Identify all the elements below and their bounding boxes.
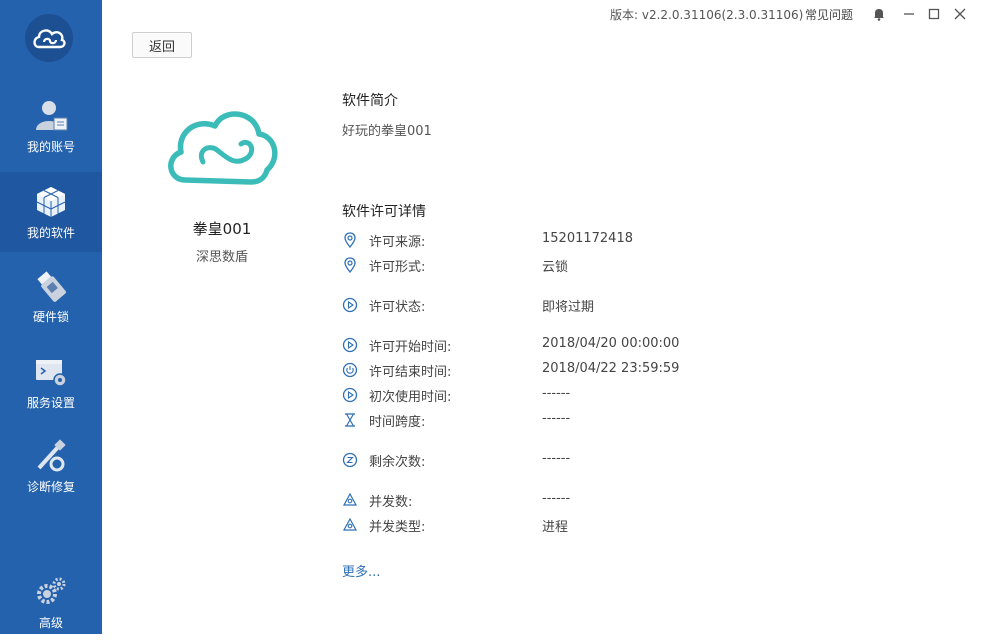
license-key: 许可状态: xyxy=(369,300,426,315)
license-key: 时间跨度: xyxy=(369,415,426,430)
repair-tools-icon xyxy=(31,436,71,476)
more-link[interactable]: 更多... xyxy=(342,561,380,580)
license-key: 许可开始时间: xyxy=(369,340,452,355)
sidebar-item-hardware-lock[interactable]: 硬件锁 xyxy=(0,256,102,336)
location-pin-icon xyxy=(344,232,356,248)
power-icon xyxy=(342,362,358,378)
software-name: 拳皇001 xyxy=(192,220,252,238)
app-logo xyxy=(25,14,73,62)
network-icon xyxy=(342,492,358,506)
license-value: 2018/04/20 00:00:00 xyxy=(542,336,680,351)
license-key: 许可结束时间: xyxy=(369,365,452,380)
license-row-start-time: 许可开始时间: 2018/04/20 00:00:00 xyxy=(342,335,902,355)
license-row-end-time: 许可结束时间: 2018/04/22 23:59:59 xyxy=(342,360,902,380)
sidebar-item-label: 硬件锁 xyxy=(32,310,69,324)
license-row-first-use: 初次使用时间: ------ xyxy=(342,385,902,405)
sidebar-item-account[interactable]: 我的账号 xyxy=(0,86,102,166)
title-bar: 版本: v2.2.0.31106(2.3.0.31106) 常见问题 xyxy=(102,0,984,28)
play-circle-icon xyxy=(342,297,358,313)
maximize-icon[interactable] xyxy=(924,4,944,24)
license-key: 剩余次数: xyxy=(369,455,426,470)
license-value: 进程 xyxy=(542,520,569,535)
license-value: 15201172418 xyxy=(542,231,633,246)
sidebar-item-label: 高级 xyxy=(38,616,63,630)
license-key: 并发类型: xyxy=(369,520,426,535)
play-circle-icon xyxy=(342,337,358,353)
version-text: 版本: v2.2.0.31106(2.3.0.31106) xyxy=(610,8,804,22)
sidebar-item-label: 我的账号 xyxy=(26,140,75,154)
license-value: ------ xyxy=(542,451,571,466)
network-icon xyxy=(342,517,358,531)
license-key: 初次使用时间: xyxy=(369,390,452,405)
license-row-form: 许可形式: 云锁 xyxy=(342,255,902,275)
hourglass-icon xyxy=(345,413,355,427)
location-pin-icon xyxy=(344,257,356,273)
service-settings-icon xyxy=(31,352,71,392)
sidebar-item-label: 服务设置 xyxy=(26,396,75,410)
license-title: 软件许可详情 xyxy=(342,204,426,220)
license-value: 云锁 xyxy=(542,260,569,275)
license-value: 2018/04/22 23:59:59 xyxy=(542,361,680,376)
software-cube-icon xyxy=(31,182,71,222)
license-row-remaining-count: 剩余次数: ------ xyxy=(342,450,902,470)
license-key: 并发数: xyxy=(369,495,413,510)
cloud-logo-icon xyxy=(33,29,66,49)
counter-icon xyxy=(342,452,358,468)
license-key: 许可来源: xyxy=(369,235,426,250)
license-row-concurrency: 并发数: ------ xyxy=(342,490,902,510)
software-cloud-icon xyxy=(163,100,283,195)
sidebar-item-label: 诊断修复 xyxy=(26,480,75,494)
bell-icon[interactable] xyxy=(869,4,889,24)
license-row-source: 许可来源: 15201172418 xyxy=(342,230,902,250)
sidebar-item-advanced[interactable]: 高级 xyxy=(0,562,102,642)
sidebar-item-software[interactable]: 我的软件 xyxy=(0,172,102,252)
play-circle-icon xyxy=(342,387,358,403)
sidebar-item-diagnose-repair[interactable]: 诊断修复 xyxy=(0,426,102,506)
close-icon[interactable] xyxy=(950,4,970,24)
license-key: 许可形式: xyxy=(369,260,426,275)
sidebar-item-service-settings[interactable]: 服务设置 xyxy=(0,342,102,422)
usb-key-icon xyxy=(31,266,71,306)
back-button[interactable]: 返回 xyxy=(132,32,192,58)
license-value: ------ xyxy=(542,411,571,426)
account-icon xyxy=(31,96,71,136)
license-row-status: 许可状态: 即将过期 xyxy=(342,295,902,315)
license-value: ------ xyxy=(542,491,571,506)
intro-text: 好玩的拳皇001 xyxy=(342,124,432,139)
license-row-concurrency-type: 并发类型: 进程 xyxy=(342,515,902,535)
faq-link[interactable]: 常见问题 xyxy=(805,6,853,23)
license-row-time-span: 时间跨度: ------ xyxy=(342,410,902,430)
software-vendor: 深思数盾 xyxy=(195,250,248,265)
minimize-icon[interactable] xyxy=(899,4,919,24)
license-value: ------ xyxy=(542,386,571,401)
gears-icon xyxy=(31,572,71,612)
intro-title: 软件简介 xyxy=(342,93,398,109)
sidebar: 我的账号 我的软件 硬件锁 服务设置 诊断修复 高级 xyxy=(0,0,102,634)
license-value: 即将过期 xyxy=(542,300,595,315)
sidebar-item-label: 我的软件 xyxy=(26,226,75,240)
